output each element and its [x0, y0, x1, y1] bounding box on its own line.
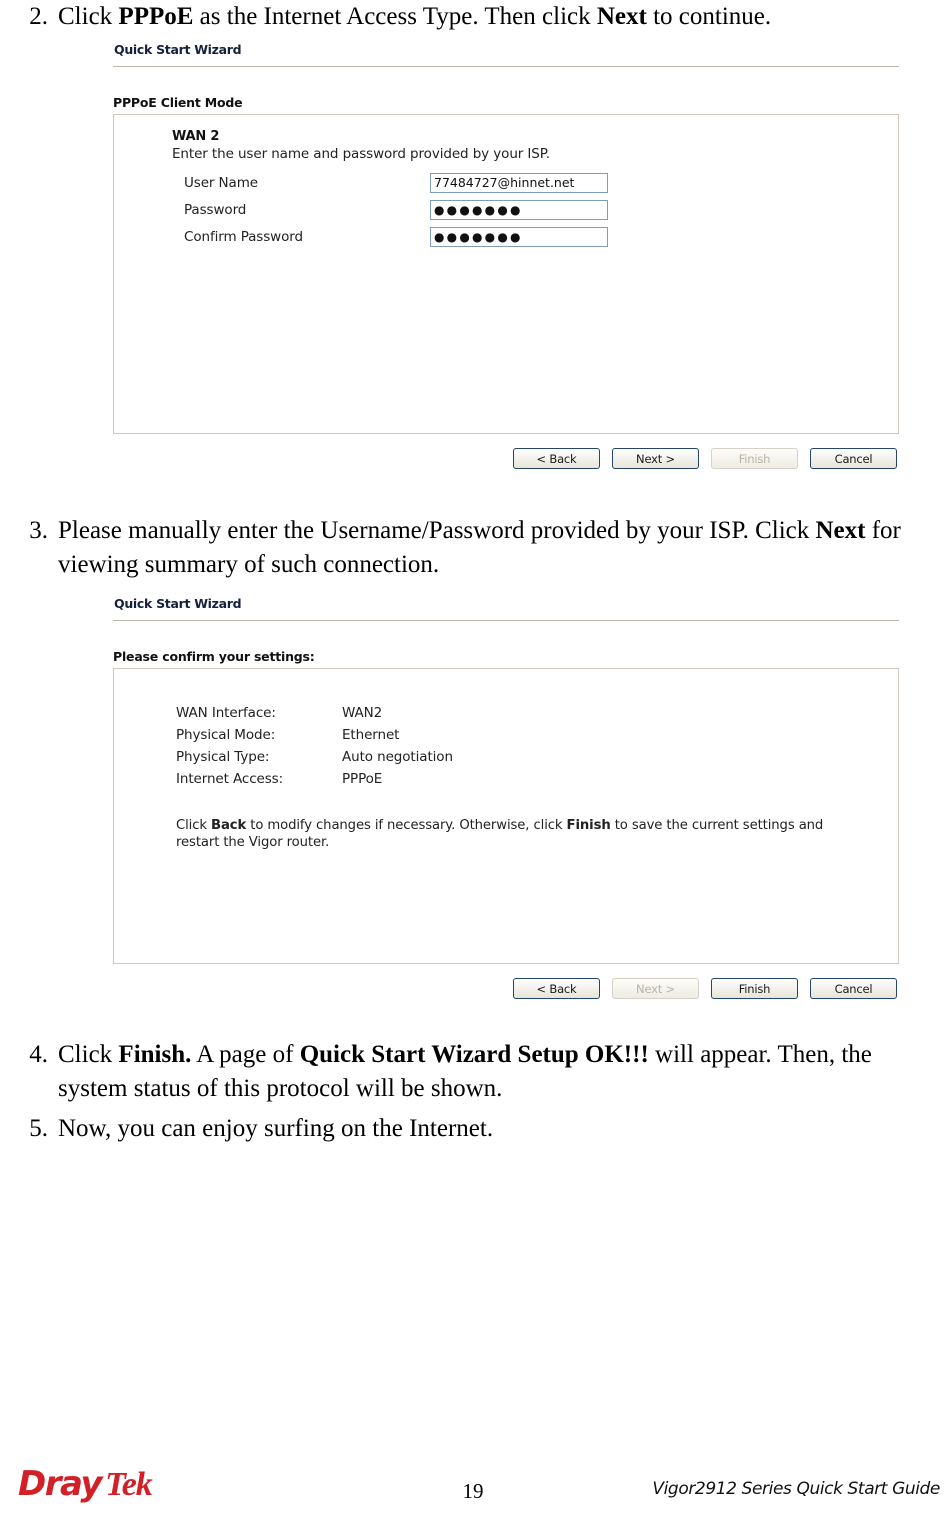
page-footer: Dray Tek 19 Vigor2912 Series Quick Start … [0, 1449, 946, 1523]
instruction-step-4: 4. Click Finish. A page of Quick Start W… [0, 1038, 946, 1106]
input-user-name[interactable]: 77484727@hinnet.net [430, 173, 608, 193]
step-text: Please manually enter the Username/Passw… [58, 517, 901, 578]
summary-panel: WAN Interface: WAN2 Physical Mode: Ether… [113, 668, 899, 964]
wizard-title: Quick Start Wizard [114, 42, 242, 57]
step-number: 3. [29, 517, 48, 544]
wan-heading: WAN 2 [172, 129, 220, 144]
title-divider [113, 620, 899, 621]
input-confirm-password[interactable]: ●●●●●●● [430, 227, 608, 247]
next-button: Next > [612, 978, 699, 999]
input-password[interactable]: ●●●●●●● [430, 200, 608, 220]
wizard-title: Quick Start Wizard [114, 596, 242, 611]
title-divider [113, 66, 899, 67]
cancel-button[interactable]: Cancel [810, 978, 897, 999]
field-row-confirm-password: Confirm Password ●●●●●●● [172, 224, 898, 250]
summary-key: Internet Access: [176, 771, 284, 787]
next-button[interactable]: Next > [612, 448, 699, 469]
summary-value: PPPoE [342, 771, 383, 787]
step-number: 5. [29, 1115, 48, 1142]
summary-value: Ethernet [342, 727, 400, 743]
summary-row-wan-interface: WAN Interface: WAN2 [176, 705, 898, 727]
summary-value: WAN2 [342, 705, 383, 721]
summary-key: Physical Type: [176, 749, 270, 765]
summary-row-physical-mode: Physical Mode: Ethernet [176, 727, 898, 749]
wizard2-button-row: < Back Next > Finish Cancel [113, 978, 899, 999]
section-label-pppoe-client-mode: PPPoE Client Mode [113, 95, 243, 110]
wan-hint-text: Enter the user name and password provide… [172, 146, 550, 162]
label-confirm-password: Confirm Password [184, 229, 303, 245]
label-user-name: User Name [184, 175, 258, 191]
step-text: Now, you can enjoy surfing on the Intern… [58, 1115, 494, 1142]
step-text: Click Finish. A page of Quick Start Wiza… [58, 1041, 872, 1102]
summary-note-text: Click Back to modify changes if necessar… [176, 818, 824, 850]
back-button[interactable]: < Back [513, 978, 600, 999]
pppoe-form-panel: WAN 2 Enter the user name and password p… [113, 114, 899, 434]
finish-button[interactable]: Finish [711, 978, 798, 999]
field-row-user-name: User Name 77484727@hinnet.net [172, 170, 898, 196]
field-row-password: Password ●●●●●●● [172, 197, 898, 223]
summary-value: Auto negotiation [342, 749, 453, 765]
section-label-confirm-settings: Please confirm your settings: [113, 649, 315, 664]
step-number: 2. [29, 3, 48, 30]
wizard-screenshot-pppoe-client-mode: Quick Start Wizard PPPoE Client Mode WAN… [113, 42, 899, 469]
summary-key: Physical Mode: [176, 727, 276, 743]
step-text: Click PPPoE as the Internet Access Type.… [58, 3, 772, 30]
wizard-screenshot-confirm-settings: Quick Start Wizard Please confirm your s… [113, 596, 899, 999]
label-password: Password [184, 202, 247, 218]
footer-divider [22, 1449, 924, 1450]
summary-row-physical-type: Physical Type: Auto negotiation [176, 749, 898, 771]
footer-guide-title: Vigor2912 Series Quick Start Guide [652, 1479, 940, 1499]
wizard1-button-row: < Back Next > Finish Cancel [113, 448, 899, 469]
instruction-step-3: 3. Please manually enter the Username/Pa… [0, 514, 946, 582]
instruction-step-2: 2. Click PPPoE as the Internet Access Ty… [0, 0, 946, 34]
step-number: 4. [29, 1041, 48, 1068]
back-button[interactable]: < Back [513, 448, 600, 469]
finish-button: Finish [711, 448, 798, 469]
instruction-step-5: 5. Now, you can enjoy surfing on the Int… [0, 1112, 946, 1146]
cancel-button[interactable]: Cancel [810, 448, 897, 469]
summary-key: WAN Interface: [176, 705, 276, 721]
summary-row-internet-access: Internet Access: PPPoE [176, 771, 898, 793]
